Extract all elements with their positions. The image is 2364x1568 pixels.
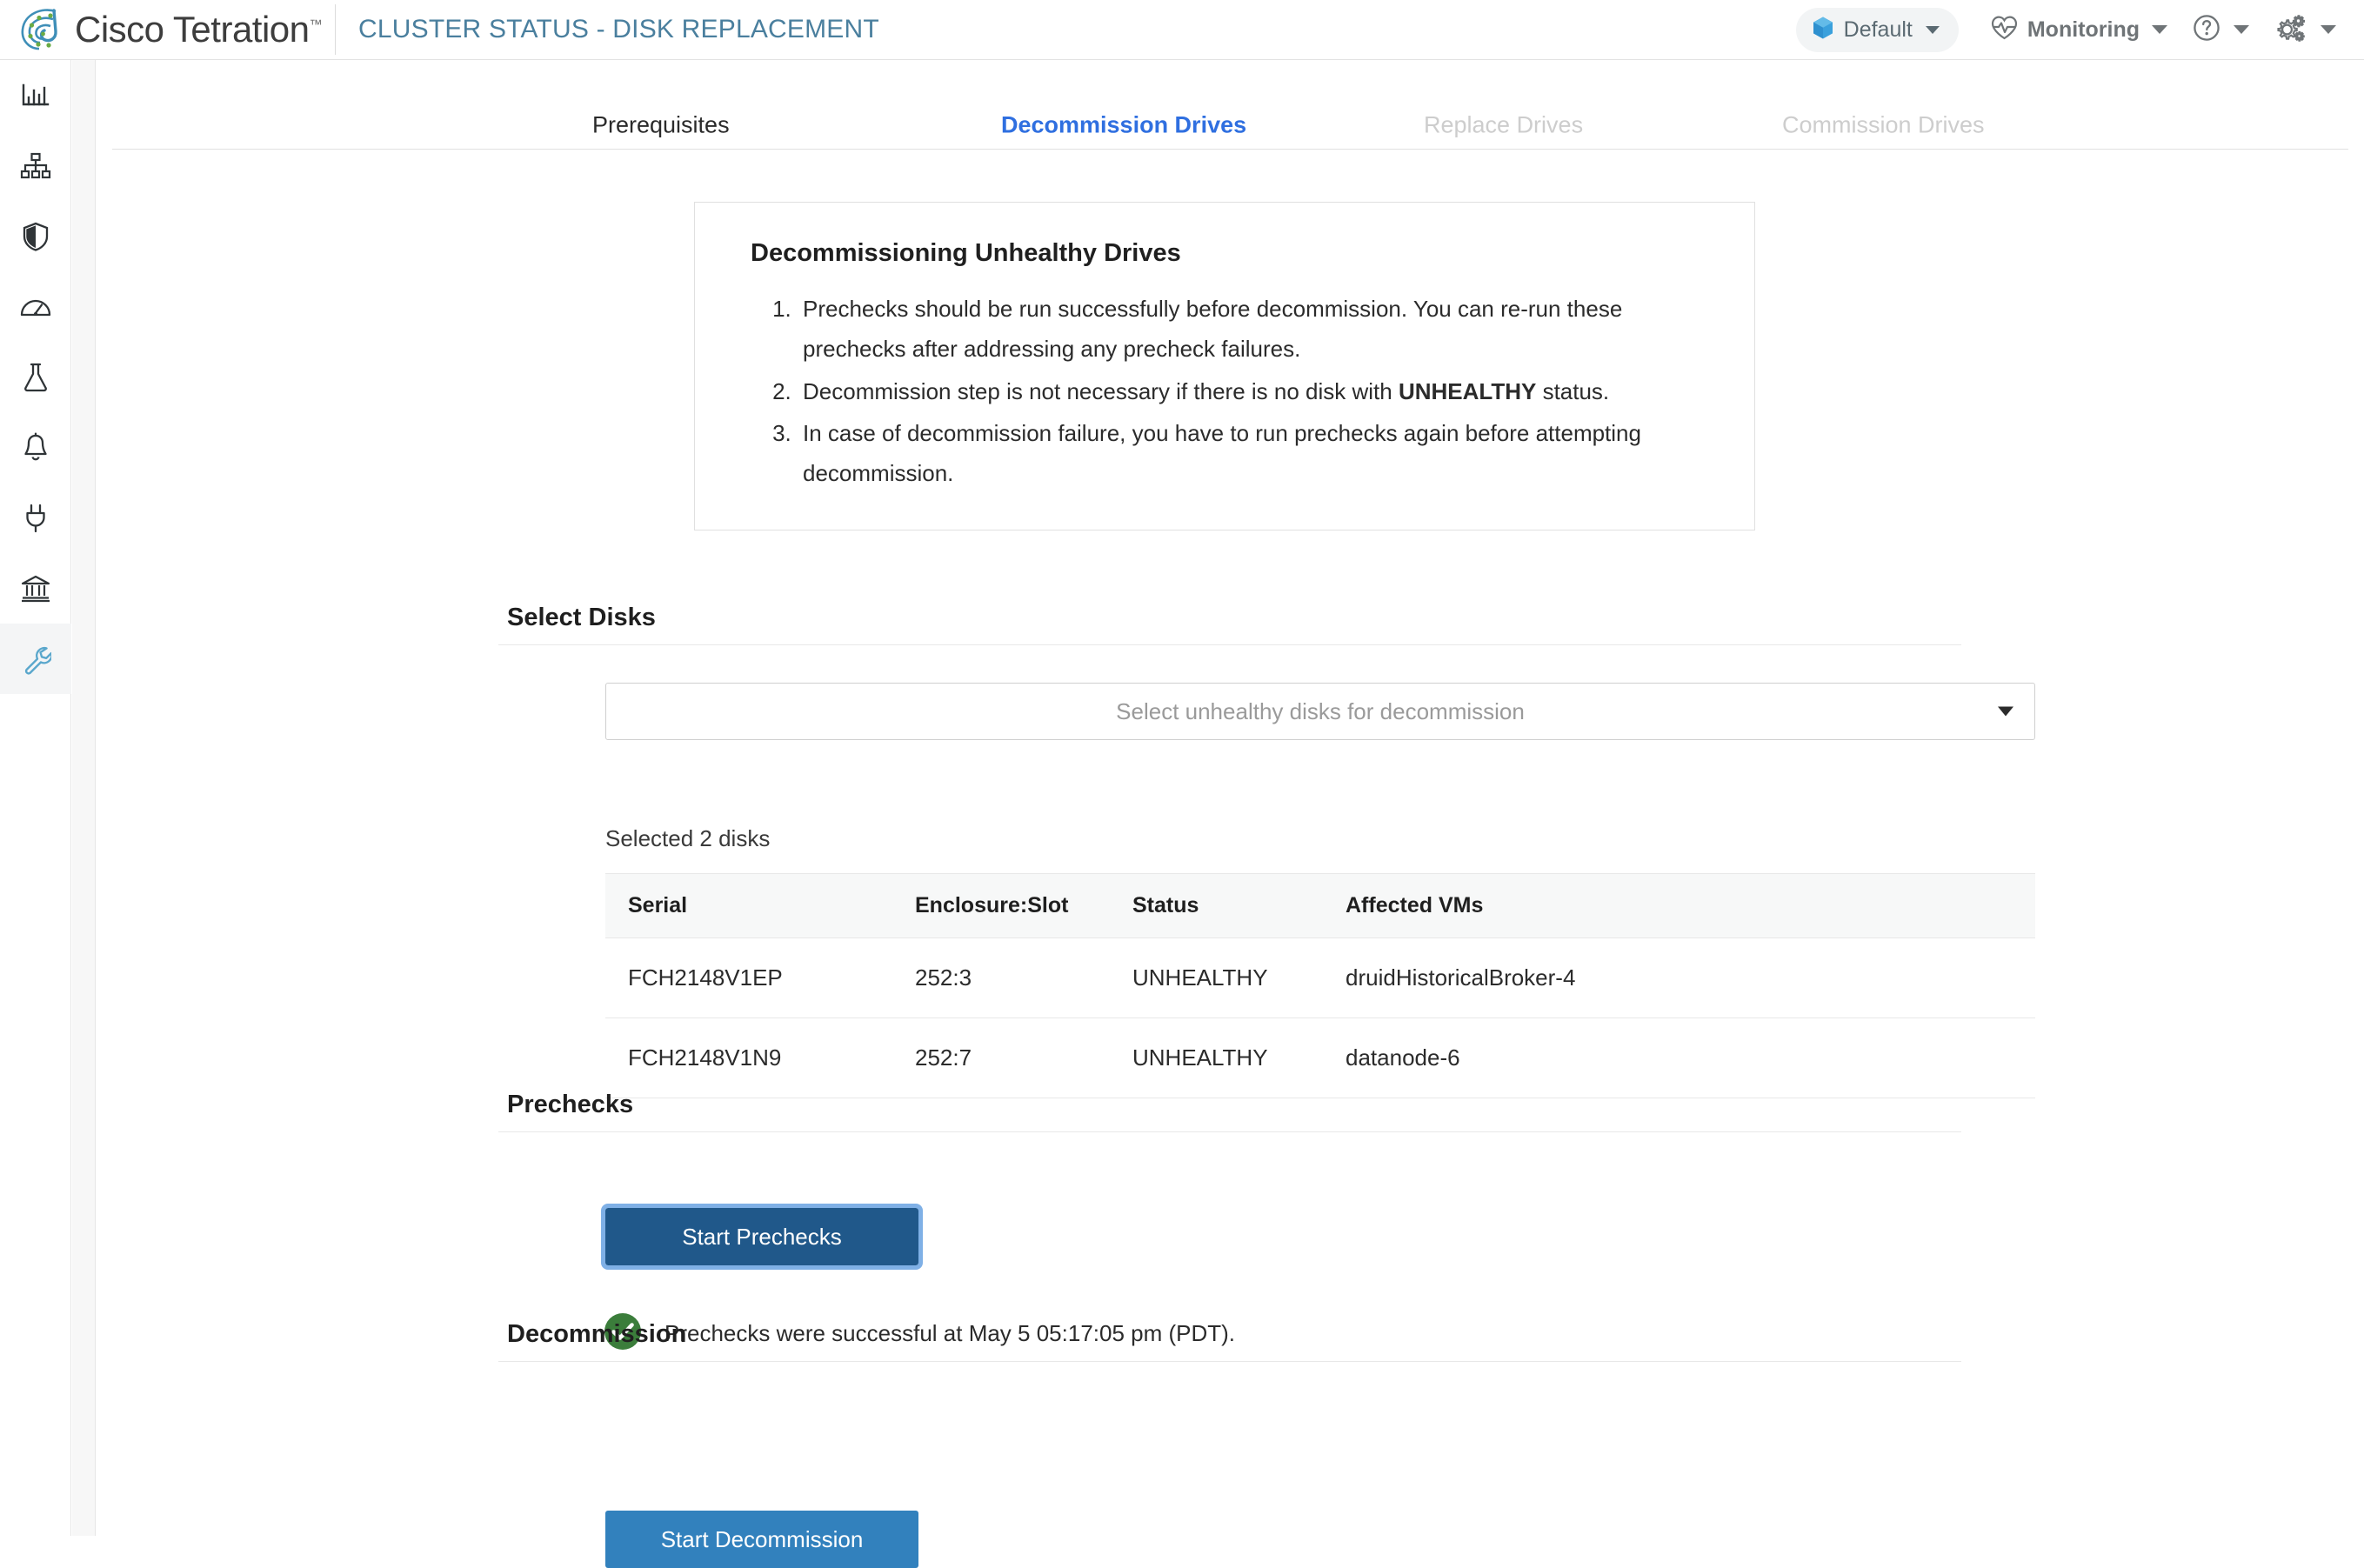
list-item: In case of decommission failure, you hav… — [798, 413, 1706, 494]
cube-icon — [1812, 16, 1834, 44]
tab-prerequisites[interactable]: Prerequisites — [592, 112, 730, 139]
column-header-affected-vms: Affected VMs — [1323, 873, 2035, 938]
decommission-section: Decommission — [498, 1320, 1961, 1362]
prechecks-section: Prechecks — [498, 1091, 1961, 1132]
chevron-down-icon — [2234, 25, 2249, 34]
settings-menu[interactable] — [2261, 7, 2348, 53]
bar-chart-icon — [20, 81, 51, 110]
cell-enclosure-slot: 252:7 — [892, 1018, 1110, 1098]
help-menu[interactable] — [2180, 8, 2261, 52]
brand-wordmark: Cisco Tetration™ — [75, 9, 323, 50]
cell-status: UNHEALTHY — [1110, 937, 1323, 1018]
sidebar-item-dashboard[interactable] — [0, 60, 71, 130]
plug-icon — [22, 503, 50, 534]
sidebar-item-defend[interactable] — [0, 201, 71, 271]
scope-selector[interactable]: Default — [1795, 7, 1959, 52]
scope-selector-label: Default — [1843, 17, 1913, 42]
table-row: FCH2148V1N9 252:7 UNHEALTHY datanode-6 — [605, 1018, 2035, 1098]
cell-serial: FCH2148V1N9 — [605, 1018, 892, 1098]
cisco-tetration-logo-icon — [16, 5, 70, 54]
tab-decommission-drives[interactable]: Decommission Drives — [1001, 112, 1246, 139]
select-disks-heading: Select Disks — [498, 604, 1961, 645]
disk-select-placeholder: Select unhealthy disks for decommission — [1116, 697, 1525, 724]
gauge-icon — [19, 294, 52, 320]
shield-icon — [21, 221, 50, 252]
tab-replace-drives[interactable]: Replace Drives — [1424, 112, 1583, 139]
column-header-serial: Serial — [605, 873, 892, 938]
list-item: Decommission step is not necessary if th… — [798, 371, 1706, 411]
table-row: FCH2148V1EP 252:3 UNHEALTHY druidHistori… — [605, 937, 2035, 1018]
list-item-text: Prechecks should be run successfully bef… — [803, 296, 1623, 363]
bank-icon — [20, 574, 51, 604]
sidebar-item-organize[interactable] — [0, 130, 71, 201]
start-decommission-button[interactable]: Start Decommission — [605, 1511, 918, 1568]
flask-icon — [22, 362, 50, 393]
monitoring-menu[interactable]: Monitoring — [1978, 10, 2180, 50]
selected-disks-count: Selected 2 disks — [605, 825, 771, 851]
brand-area[interactable]: Cisco Tetration™ — [0, 0, 335, 59]
start-prechecks-button[interactable]: Start Prechecks — [601, 1204, 923, 1270]
list-item-emphasis: UNHEALTHY — [1398, 377, 1537, 404]
sidebar-item-investigate[interactable] — [0, 271, 71, 342]
cell-affected-vms: druidHistoricalBroker-4 — [1323, 937, 2035, 1018]
heartbeat-icon — [1990, 15, 2019, 45]
info-card-title: Decommissioning Unhealthy Drives — [751, 239, 1181, 267]
list-item-text: Decommission step is not necessary if th… — [803, 377, 1399, 404]
list-item-text-tail: status. — [1536, 377, 1610, 404]
sidebar-item-maintenance[interactable] — [0, 624, 71, 694]
disk-select-dropdown[interactable]: Select unhealthy disks for decommission — [605, 683, 2035, 740]
cell-affected-vms: datanode-6 — [1323, 1018, 2035, 1098]
list-item: Prechecks should be run successfully bef… — [798, 289, 1706, 370]
decommission-heading: Decommission — [498, 1320, 1961, 1362]
header-right-controls: Default Monitoring — [1795, 0, 2364, 59]
monitoring-label: Monitoring — [2027, 17, 2140, 42]
info-card: Decommissioning Unhealthy Drives Prechec… — [694, 202, 1755, 531]
chevron-down-icon — [2152, 25, 2167, 34]
list-item-text: In case of decommission failure, you hav… — [803, 419, 1641, 487]
trademark-mark: ™ — [309, 17, 323, 32]
select-disks-section: Select Disks — [498, 604, 1961, 645]
sidebar-item-lab[interactable] — [0, 342, 71, 412]
main-content: Prerequisites Decommission Drives Replac… — [97, 60, 2364, 1568]
prechecks-heading: Prechecks — [498, 1091, 1961, 1132]
cell-status: UNHEALTHY — [1110, 1018, 1323, 1098]
table-body: FCH2148V1EP 252:3 UNHEALTHY druidHistori… — [605, 937, 2035, 1098]
wizard-tabs: Prerequisites Decommission Drives Replac… — [112, 60, 2348, 150]
selected-disks-table: Serial Enclosure:Slot Status Affected VM… — [605, 873, 2035, 1098]
table-head: Serial Enclosure:Slot Status Affected VM… — [605, 873, 2035, 938]
chevron-down-icon — [2321, 25, 2336, 34]
sidebar-item-platform[interactable] — [0, 553, 71, 624]
help-icon — [2192, 13, 2221, 47]
column-header-status: Status — [1110, 873, 1323, 938]
sidebar-gutter — [72, 60, 96, 1536]
bell-icon — [22, 431, 50, 464]
wrench-icon — [20, 644, 51, 675]
chevron-down-icon — [1998, 706, 2013, 717]
cell-enclosure-slot: 252:3 — [892, 937, 1110, 1018]
page-title: CLUSTER STATUS - DISK REPLACEMENT — [358, 15, 879, 43]
table-header-row: Serial Enclosure:Slot Status Affected VM… — [605, 873, 2035, 938]
chevron-down-icon — [1925, 25, 1940, 34]
gear-icon — [2274, 12, 2308, 48]
sidebar-item-alerts[interactable] — [0, 412, 71, 483]
sitemap-icon — [19, 151, 52, 181]
info-card-list: Prechecks should be run successfully bef… — [798, 289, 1706, 493]
column-header-enclosure-slot: Enclosure:Slot — [892, 873, 1110, 938]
cell-serial: FCH2148V1EP — [605, 937, 892, 1018]
top-header-bar: Cisco Tetration™ CLUSTER STATUS - DISK R… — [0, 0, 2364, 60]
left-sidebar — [0, 60, 71, 1536]
tab-commission-drives[interactable]: Commission Drives — [1782, 112, 1985, 139]
sidebar-item-connectors[interactable] — [0, 483, 71, 553]
